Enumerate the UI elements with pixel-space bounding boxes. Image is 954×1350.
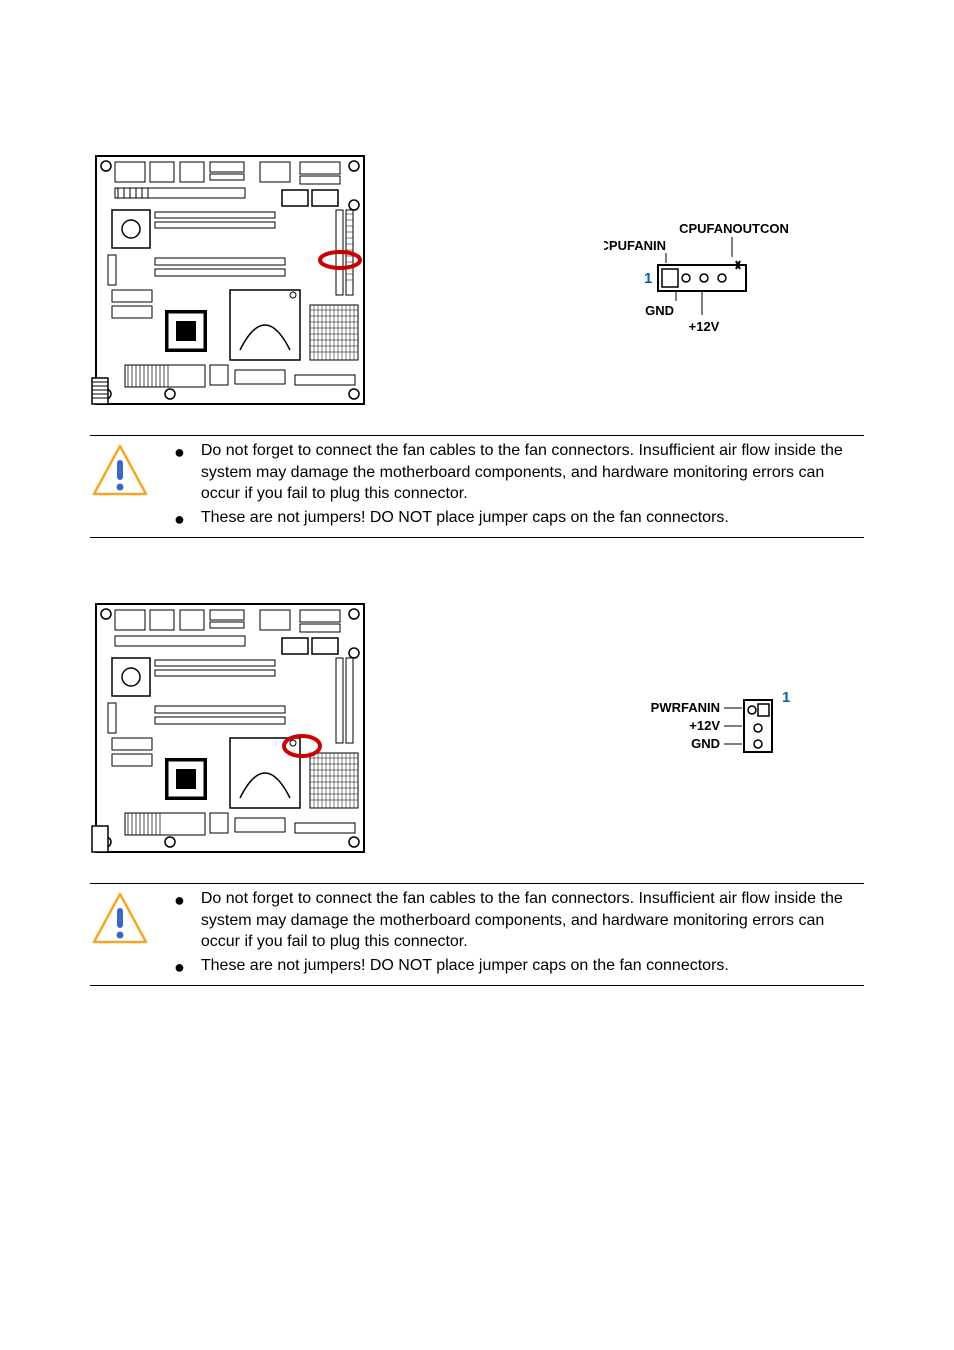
warning-icon: [90, 890, 150, 950]
pin-1-label: 1: [644, 270, 652, 287]
motherboard-diagram-pwr-fan: [90, 598, 370, 858]
warning-bullet-1: Do not forget to connect the fan cables …: [201, 440, 864, 505]
cpu-fan-warning-callout: ●Do not forget to connect the fan cables…: [90, 435, 864, 538]
pwr-fan-diagram-row: PWRFANIN +12V GND 1: [90, 598, 864, 858]
pwr-fan-warning-callout: ●Do not forget to connect the fan cables…: [90, 883, 864, 986]
pin-1-label: 1: [782, 689, 790, 706]
plus12v-label: +12V: [689, 319, 720, 334]
motherboard-diagram-cpu-fan: [90, 150, 370, 410]
plus12v-label: +12V: [689, 718, 720, 733]
cpu-fan-pin-diagram: CPUFANOUTCON CPUFANIN 1 GND +12V: [604, 215, 804, 345]
warning-bullet-2: These are not jumpers! DO NOT place jump…: [201, 507, 729, 529]
warning-bullet-2: These are not jumpers! DO NOT place jump…: [201, 955, 729, 977]
cpufanin-label: CPUFANIN: [604, 238, 666, 253]
warning-list: ●Do not forget to connect the fan cables…: [168, 440, 864, 533]
cpu-fan-diagram-row: CPUFANOUTCON CPUFANIN 1 GND +12V: [90, 150, 864, 410]
cpufanoutcon-label: CPUFANOUTCON: [679, 221, 789, 236]
pwr-fan-pin-diagram: PWRFANIN +12V GND 1: [624, 688, 804, 768]
pwrfanin-label: PWRFANIN: [651, 700, 720, 715]
gnd-label: GND: [645, 303, 674, 318]
warning-icon: [90, 442, 150, 502]
gnd-label: GND: [691, 736, 720, 751]
warning-list: ●Do not forget to connect the fan cables…: [168, 888, 864, 981]
warning-bullet-1: Do not forget to connect the fan cables …: [201, 888, 864, 953]
